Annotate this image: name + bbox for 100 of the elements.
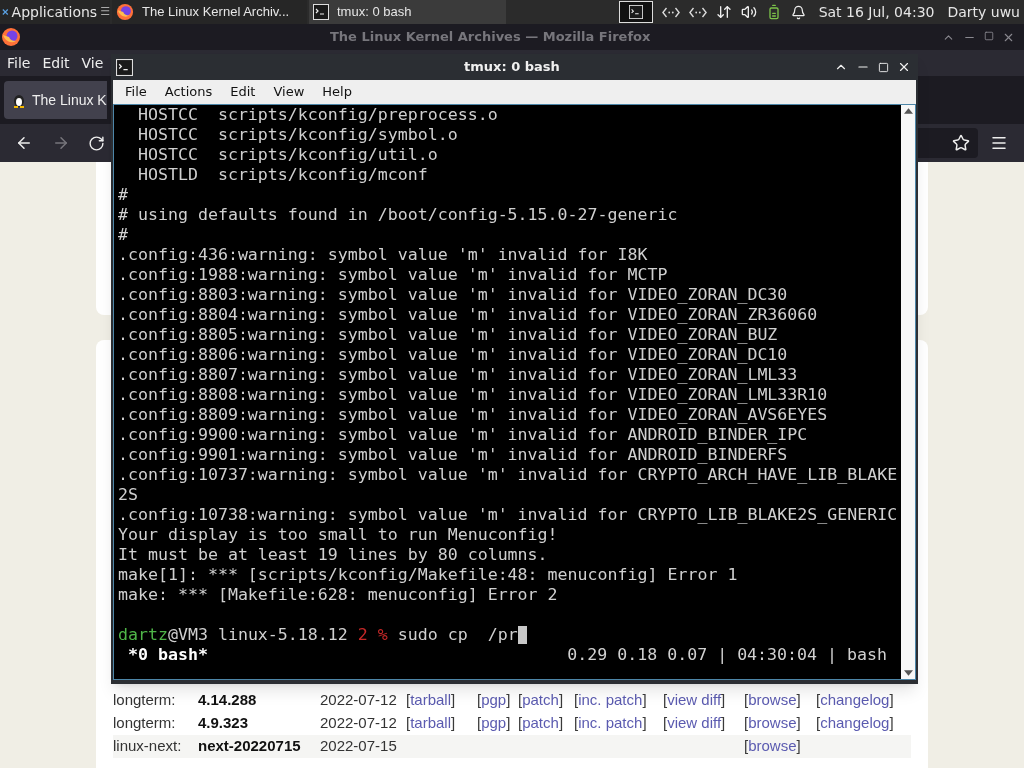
release-date: 2022-07-15 (320, 736, 397, 757)
terminal-line: # using defaults found in /boot/config-5.15.0-27-generic (118, 205, 679, 225)
terminal-line: .config:10737:warning: symbol value 'm' invalid for CRYPTO_ARCH_HAVE_LIB_BLAKE (118, 465, 899, 485)
release-link[interactable]: [browse] (744, 712, 801, 735)
release-link[interactable]: [view diff] (663, 689, 726, 712)
terminal-line: HOSTLD scripts/kconfig/mconf (136, 165, 429, 185)
menu-item[interactable]: Help (322, 82, 352, 102)
release-link[interactable]: [patch] (518, 689, 564, 712)
scrollbar[interactable] (901, 105, 915, 679)
taskbar-item-label: The Linux Kernel Archiv... (142, 3, 290, 22)
browser-logo-icon (116, 3, 134, 21)
window-title: tmux: 0 bash (464, 58, 560, 77)
terminal-line: Your display is too small to run Menuconfig! (118, 525, 559, 545)
tmux-status-info: 0.29 0.18 0.07 | 04:30:04 | bash (567, 645, 887, 665)
network-icon (661, 6, 680, 18)
release-link[interactable]: [browse] (744, 735, 801, 758)
release-link[interactable]: [inc. patch] (574, 689, 647, 712)
browser-logo-icon (1, 27, 21, 47)
terminal-line: .config:8807:warning: symbol value 'm' invalid for VIDEO_ZORAN_LML33 (118, 365, 799, 385)
terminal-line: HOSTCC scripts/kconfig/util.o (136, 145, 439, 165)
prompt-host-path: @VM3 linux-5.18.12 (167, 625, 348, 645)
address-field[interactable] (918, 128, 978, 158)
notification-icon[interactable] (790, 4, 806, 20)
release-link[interactable]: [tarball] (406, 689, 456, 712)
release-link[interactable]: [inc. patch] (574, 712, 647, 735)
bookmark-star-icon[interactable] (952, 134, 970, 152)
terminal-line: HOSTCC scripts/kconfig/symbol.o (136, 125, 459, 145)
terminal-icon (116, 58, 133, 76)
forward-icon[interactable] (52, 134, 70, 152)
prompt-symbol: % (377, 625, 388, 645)
menu-item[interactable]: Edit (42, 52, 70, 74)
terminal-line: HOSTCC scripts/kconfig/preprocess.o (136, 105, 499, 125)
release-link[interactable]: [changelog] (816, 689, 894, 712)
terminal-line: # (118, 185, 129, 205)
reload-icon[interactable] (88, 134, 105, 152)
terminal-line: .config:8809:warning: symbol value 'm' invalid for VIDEO_ZORAN_AVS6EYES (118, 405, 829, 425)
release-version: next-20220715 (198, 736, 301, 757)
terminal-line: make: *** [Makefile:628: menuconfig] Error 2 (118, 585, 559, 605)
command-text: sudo cp /pr (397, 625, 518, 645)
menu-item[interactable]: View (273, 82, 305, 102)
applications-menu[interactable]: Applications ☰ (0, 0, 110, 24)
release-kind: longterm: (113, 713, 176, 734)
release-link[interactable]: [browse] (744, 689, 801, 712)
menu-item[interactable]: Actions (164, 82, 213, 102)
window-title: The Linux Kernel Archives — Mozilla Firefox (330, 28, 651, 47)
taskbar-item[interactable]: The Linux Kernel Archiv... (112, 0, 307, 24)
terminal-line: 2S (118, 485, 139, 505)
tab-title: The Linux K (32, 90, 107, 110)
browser-tab[interactable]: The Linux K (4, 81, 107, 119)
release-version: 4.14.288 (198, 690, 257, 711)
workspace-switcher[interactable] (618, 1, 653, 23)
release-link[interactable]: [pgp] (477, 712, 511, 735)
terminal-line: # (118, 225, 129, 245)
terminal-line: .config:1988:warning: symbol value 'm' invalid for MCTP (118, 265, 669, 285)
scroll-up-icon[interactable] (903, 108, 913, 114)
menu-item[interactable]: Vie (81, 52, 104, 74)
release-link[interactable]: [tarball] (406, 712, 456, 735)
tmux-window-name: *0 bash* (128, 645, 208, 665)
release-version: 4.9.323 (198, 713, 249, 734)
release-link[interactable]: [patch] (518, 712, 564, 735)
release-kind: linux-next: (113, 736, 182, 757)
applications-label: Applications (11, 2, 98, 22)
volume-icon[interactable] (740, 4, 757, 20)
taskbar-item[interactable]: tmux: 0 bash (309, 0, 506, 24)
release-link[interactable]: [changelog] (816, 712, 894, 735)
terminal-line: .config:436:warning: symbol value 'm' invalid for I8K (118, 245, 649, 265)
cursor (517, 626, 527, 644)
terminal-line: .config:8803:warning: symbol value 'm' invalid for VIDEO_ZORAN_DC30 (118, 285, 789, 305)
terminal-line: .config:8808:warning: symbol value 'm' invalid for VIDEO_ZORAN_LML33R10 (118, 385, 829, 405)
terminal-line: make[1]: *** [scripts/kconfig/Makefile:48: menuconfig] Error 1 (118, 565, 739, 585)
terminal-line: .config:9900:warning: symbol value 'm' invalid for ANDROID_BINDER_IPC (118, 425, 809, 445)
terminal-line: .config:8805:warning: symbol value 'm' invalid for VIDEO_ZORAN_BUZ (118, 325, 779, 345)
menu-item[interactable]: File (7, 52, 31, 74)
menu-item[interactable]: File (125, 82, 147, 102)
terminal-line: .config:8806:warning: symbol value 'm' invalid for VIDEO_ZORAN_DC10 (118, 345, 789, 365)
taskbar-item-label: tmux: 0 bash (337, 3, 412, 22)
clock[interactable]: Sat 16 Jul, 04:30 (818, 1, 935, 23)
terminal-icon (313, 4, 329, 20)
back-icon[interactable] (15, 134, 33, 152)
scroll-down-icon[interactable] (903, 670, 913, 676)
release-date: 2022-07-12 (320, 713, 397, 734)
release-link[interactable]: [view diff] (663, 712, 726, 735)
menu-item[interactable]: Edit (230, 82, 256, 102)
release-date: 2022-07-12 (320, 690, 397, 711)
close-icon[interactable] (897, 60, 911, 74)
menu-icon[interactable] (990, 134, 1008, 152)
exit-code: 2 (357, 625, 368, 645)
release-kind: longterm: (113, 690, 176, 711)
transfer-icon (715, 4, 732, 20)
penguin-icon (12, 92, 26, 108)
menu-glyph: ☰ (100, 3, 110, 20)
terminal-line: It must be at least 19 lines by 80 columns. (118, 545, 549, 565)
terminal-line: .config:10738:warning: symbol value 'm' invalid for CRYPTO_LIB_BLAKE2S_GENERIC (118, 505, 899, 525)
release-link[interactable]: [pgp] (477, 689, 511, 712)
prompt-user: dartz (118, 625, 168, 645)
network-icon (688, 6, 707, 18)
terminal-icon (627, 5, 644, 19)
terminal-line: .config:9901:warning: symbol value 'm' invalid for ANDROID_BINDERFS (118, 445, 789, 465)
user-name[interactable]: Darty uwu (947, 1, 1020, 23)
terminal-line: .config:8804:warning: symbol value 'm' invalid for VIDEO_ZORAN_ZR36060 (118, 305, 819, 325)
